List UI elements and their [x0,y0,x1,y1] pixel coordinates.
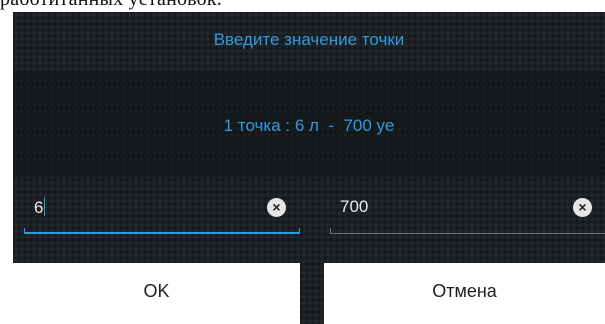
volume-field-value-wrap: 6 [34,197,46,218]
page: работитанных установок. Введите значение… [0,0,605,324]
volume-field-underline [24,228,300,234]
text-cursor [44,197,46,216]
amount-field-value: 700 [340,197,369,216]
point-summary: 1 точка : 6 л - 700 уе [223,116,395,135]
clear-icon[interactable]: × [267,198,286,217]
volume-field[interactable]: 6 × [24,188,300,236]
ok-button[interactable]: OK [13,263,300,324]
value-panel: 1 точка : 6 л - 700 уе [13,72,605,178]
document-caption: работитанных установок. [0,0,222,10]
amount-field[interactable]: 700 × [330,188,605,236]
clear-icon[interactable]: × [573,198,592,217]
amount-field-underline [330,228,605,234]
point-value-dialog: Введите значение точки 1 точка : 6 л - 7… [13,12,605,324]
dialog-title: Введите значение точки [213,30,405,49]
volume-field-value: 6 [34,198,44,217]
cancel-button[interactable]: Отмена [324,263,605,324]
